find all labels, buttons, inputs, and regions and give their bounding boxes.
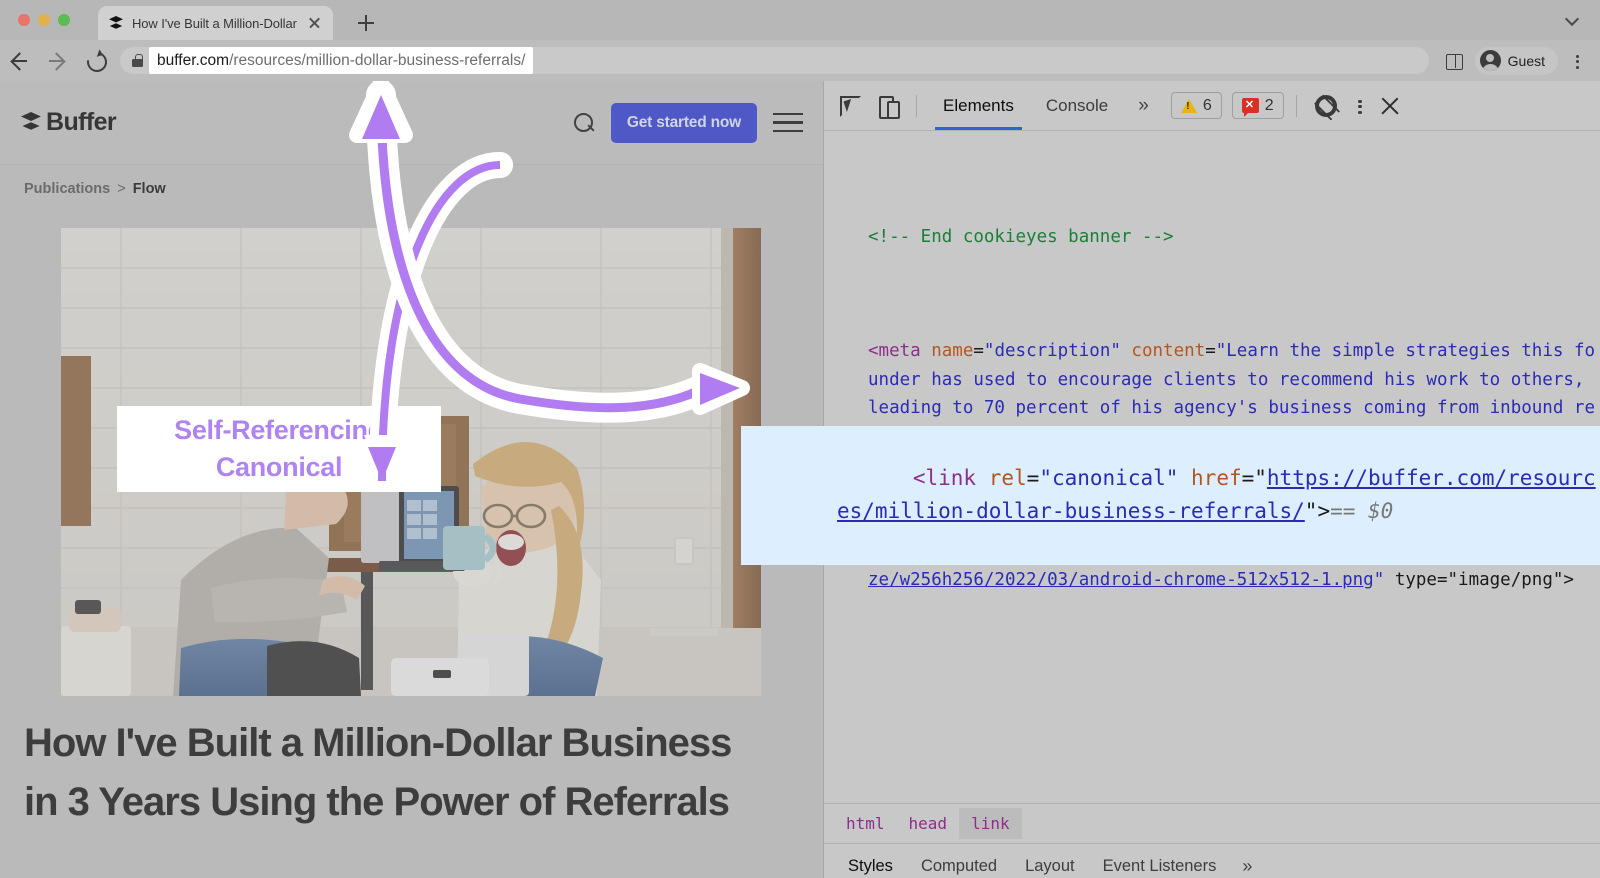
browser-tab[interactable]: How I've Built a Million-Dollar B — [98, 6, 333, 40]
selected-node-marker: == $0 — [1330, 499, 1394, 523]
gear-icon — [1314, 94, 1337, 117]
annotation-line-1: Self-Referencing — [174, 415, 384, 445]
warnings-badge[interactable]: 6 — [1170, 92, 1222, 119]
page-title: How I've Built a Million-Dollar Business… — [24, 721, 732, 824]
selected-node-val-rel: "canonical" — [1039, 466, 1179, 490]
side-panel-icon[interactable] — [1439, 46, 1469, 76]
inspect-element-icon[interactable] — [832, 89, 866, 123]
tab-computed[interactable]: Computed — [907, 844, 1011, 878]
more-tabs-icon[interactable]: » — [1126, 95, 1161, 117]
browser-toolbar: buffer.com/resources/million-dollar-busi… — [0, 40, 1600, 81]
forward-button[interactable] — [38, 42, 76, 80]
tab-event-listeners[interactable]: Event Listeners — [1089, 844, 1231, 878]
warning-icon — [1180, 98, 1197, 113]
site-header: Buffer Get started now — [0, 81, 823, 165]
address-bar[interactable]: buffer.com/resources/million-dollar-busi… — [120, 47, 1429, 74]
device-toolbar-icon[interactable] — [870, 89, 904, 123]
brand-name: Buffer — [46, 108, 117, 136]
selected-node-close: "> — [1304, 499, 1331, 523]
buffer-logo-icon — [20, 111, 42, 135]
browser-tab-title: How I've Built a Million-Dollar B — [132, 15, 299, 31]
new-tab-button[interactable] — [355, 12, 377, 34]
selected-node-attr-rel: rel — [988, 466, 1027, 490]
header-actions: Get started now — [573, 102, 803, 143]
breadcrumb-current[interactable]: Flow — [133, 181, 166, 197]
url-text: buffer.com/resources/million-dollar-busi… — [149, 47, 534, 74]
error-icon — [1241, 98, 1259, 117]
breadcrumb-separator: > — [117, 181, 126, 197]
profile-button[interactable]: Guest — [1474, 46, 1558, 75]
crumb-head[interactable]: head — [897, 808, 960, 839]
lock-icon — [132, 54, 143, 68]
crumb-html[interactable]: html — [834, 808, 897, 839]
dom-breadcrumbs: html head link — [824, 803, 1600, 843]
devtools-panel: Elements Console » 6 2 <!-- End cookieye… — [741, 81, 1600, 878]
errors-badge[interactable]: 2 — [1231, 92, 1284, 119]
divider — [1295, 94, 1297, 117]
avatar — [1479, 50, 1501, 71]
crumb-link[interactable]: link — [959, 808, 1022, 839]
window-traffic-lights — [18, 14, 70, 26]
site-logo[interactable]: Buffer — [20, 108, 117, 137]
buffer-logo-icon — [108, 15, 124, 31]
annotation-line-2: Canonical — [215, 452, 343, 482]
tab-layout[interactable]: Layout — [1011, 844, 1089, 878]
devtools-settings-button[interactable] — [1309, 89, 1343, 123]
breadcrumb-root[interactable]: Publications — [24, 181, 110, 197]
more-styles-tabs-icon[interactable]: » — [1230, 856, 1264, 877]
reload-button[interactable] — [76, 42, 114, 80]
url-host: buffer.com — [157, 51, 230, 69]
close-devtools-icon[interactable] — [1377, 93, 1403, 119]
tab-elements[interactable]: Elements — [929, 82, 1028, 130]
chevron-down-icon[interactable] — [1566, 14, 1580, 24]
hamburger-menu-icon[interactable] — [773, 112, 803, 134]
minimize-window-button[interactable] — [38, 14, 50, 26]
selected-node-tag: <link — [912, 466, 989, 490]
styles-tab-bar: Styles Computed Layout Event Listeners » — [824, 843, 1600, 878]
maximize-window-button[interactable] — [58, 14, 70, 26]
devtools-toolbar: Elements Console » 6 2 — [824, 81, 1600, 131]
tab-console[interactable]: Console — [1032, 82, 1122, 130]
get-started-button[interactable]: Get started now — [610, 102, 757, 143]
search-icon[interactable] — [573, 112, 595, 134]
divider — [916, 94, 917, 117]
selected-node-row[interactable]: <link rel="canonical" href="https://buff… — [741, 426, 1600, 565]
selected-node-attr-href: href — [1178, 466, 1242, 490]
breadcrumb: Publications > Flow — [24, 181, 166, 197]
close-tab-icon[interactable] — [307, 15, 323, 31]
toolbar-right-actions: Guest — [1439, 46, 1600, 76]
warnings-count: 6 — [1202, 96, 1212, 114]
devtools-menu-icon[interactable] — [1347, 91, 1373, 121]
tab-styles[interactable]: Styles — [834, 844, 907, 878]
browser-window: How I've Built a Million-Dollar B buffer… — [0, 0, 1600, 878]
url-path: /resources/million-dollar-business-refer… — [229, 51, 526, 69]
back-button[interactable] — [0, 42, 38, 80]
browser-tab-bar: How I've Built a Million-Dollar B — [0, 0, 1600, 40]
browser-menu-icon[interactable] — [1564, 46, 1590, 76]
annotation-label: Self-Referencing Canonical — [117, 406, 441, 492]
code-line-comment: <!-- End cookieyes banner --> — [868, 226, 1174, 247]
close-window-button[interactable] — [18, 14, 30, 26]
errors-count: 2 — [1264, 96, 1274, 114]
profile-label: Guest — [1507, 52, 1545, 69]
